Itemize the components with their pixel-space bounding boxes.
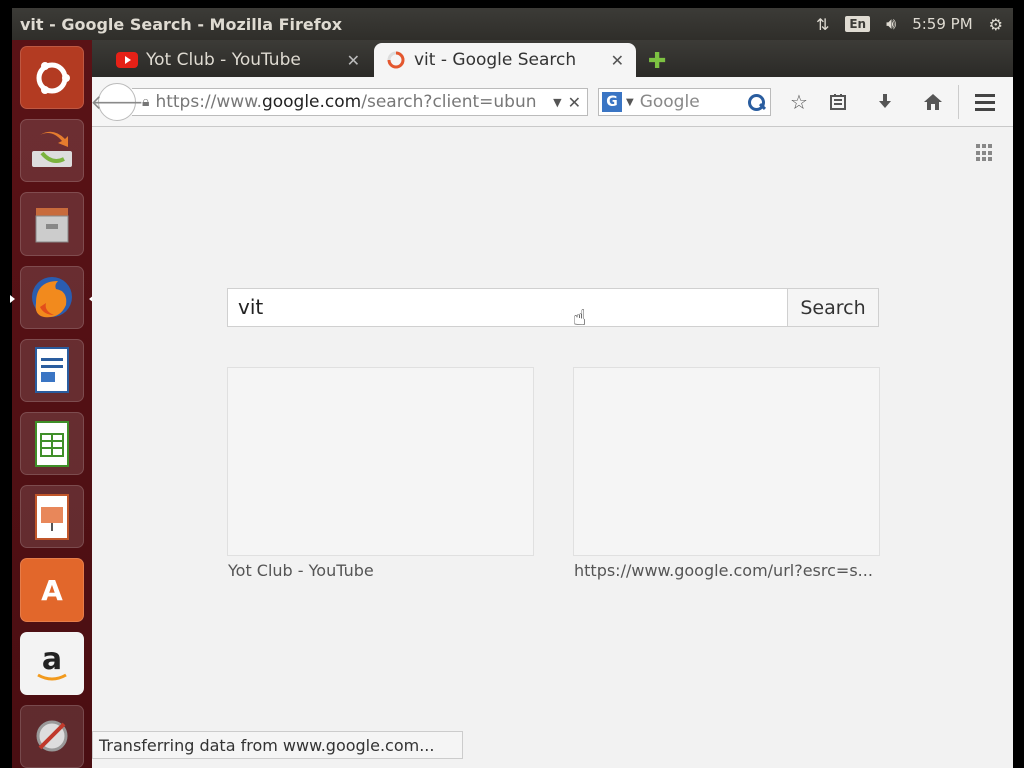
toolbar-separator bbox=[958, 85, 959, 119]
navigation-toolbar: 🔒︎ https://www.google.com/search?client=… bbox=[90, 77, 1013, 127]
bookmarks-menu-icon[interactable] bbox=[825, 89, 851, 115]
tab-close-icon[interactable]: ✕ bbox=[347, 51, 360, 70]
bookmark-star-icon[interactable]: ☆ bbox=[786, 89, 812, 115]
top-site-label-2[interactable]: https://www.google.com/url?esrc=s... bbox=[574, 561, 884, 580]
svg-text:a: a bbox=[42, 642, 62, 677]
top-site-thumbnail-1[interactable] bbox=[227, 367, 534, 556]
software-updater-icon[interactable] bbox=[20, 119, 84, 183]
calc-icon[interactable] bbox=[20, 412, 84, 476]
menu-hamburger-icon[interactable] bbox=[972, 89, 998, 115]
tab-label: Yot Club - YouTube bbox=[146, 50, 301, 70]
tab-youtube[interactable]: Yot Club - YouTube ✕ bbox=[104, 43, 372, 77]
firefox-icon[interactable] bbox=[10, 265, 94, 329]
url-clear-icon[interactable]: ✕ bbox=[568, 93, 581, 112]
top-site-label-1[interactable]: Yot Club - YouTube bbox=[228, 561, 538, 580]
tab-strip: Yot Club - YouTube ✕ vit - Google Search… bbox=[92, 40, 1013, 77]
back-arrow-icon: 🡐 bbox=[90, 90, 144, 114]
search-button[interactable]: Search bbox=[787, 288, 879, 327]
downloads-icon[interactable] bbox=[872, 89, 898, 115]
volume-icon[interactable]: 🔊︎ bbox=[886, 14, 896, 34]
svg-text:A: A bbox=[41, 574, 63, 607]
amazon-icon[interactable]: a bbox=[20, 631, 84, 695]
keyboard-layout-indicator[interactable]: En bbox=[845, 16, 871, 32]
page-content: vit Search ☝ Yot Club - YouTube https://… bbox=[92, 127, 1013, 768]
files-icon[interactable] bbox=[20, 192, 84, 256]
loading-icon bbox=[387, 51, 405, 69]
back-button[interactable]: 🡐 bbox=[90, 83, 144, 121]
software-center-icon[interactable]: A bbox=[20, 558, 84, 622]
firefox-window: Yot Club - YouTube ✕ vit - Google Search… bbox=[90, 40, 1013, 768]
clock[interactable]: 5:59 PM bbox=[912, 15, 972, 33]
url-history-dropdown-icon[interactable]: ▼ bbox=[553, 96, 561, 109]
system-settings-icon[interactable] bbox=[20, 704, 84, 768]
top-panel: vit - Google Search - Mozilla Firefox ⇅ … bbox=[12, 8, 1013, 40]
engine-dropdown-icon[interactable]: ▼ bbox=[626, 97, 634, 108]
search-bar[interactable]: G ▼ Google bbox=[598, 88, 771, 116]
url-bar[interactable]: 🔒︎ https://www.google.com/search?client=… bbox=[132, 88, 588, 116]
hand-cursor-icon: ☝ bbox=[573, 306, 587, 331]
tab-label: vit - Google Search bbox=[414, 50, 577, 70]
google-apps-grid-icon[interactable] bbox=[976, 144, 994, 162]
indicator-area: ⇅ En 🔊︎ 5:59 PM ⚙ bbox=[816, 14, 1013, 34]
top-site-thumbnail-2[interactable] bbox=[573, 367, 880, 556]
launcher: A a bbox=[10, 40, 94, 768]
google-engine-icon[interactable]: G bbox=[602, 92, 622, 112]
tab-close-icon[interactable]: ✕ bbox=[611, 51, 624, 70]
status-bar: Transferring data from www.google.com... bbox=[92, 731, 463, 759]
home-icon[interactable] bbox=[920, 89, 946, 115]
impress-icon[interactable] bbox=[20, 485, 84, 549]
session-gear-icon[interactable]: ⚙ bbox=[989, 15, 1003, 34]
new-tab-plus-icon[interactable]: ✚ bbox=[648, 49, 666, 74]
ubuntu-dash-icon[interactable] bbox=[20, 46, 84, 110]
google-search-input[interactable]: vit bbox=[227, 288, 788, 327]
network-icon[interactable]: ⇅ bbox=[816, 15, 829, 34]
magnifier-icon[interactable] bbox=[746, 92, 766, 112]
youtube-icon bbox=[116, 52, 138, 68]
url-text[interactable]: https://www.google.com/search?client=ubu… bbox=[155, 92, 547, 112]
search-bar-placeholder[interactable]: Google bbox=[640, 92, 746, 112]
writer-icon[interactable] bbox=[20, 338, 84, 403]
tab-google-search[interactable]: vit - Google Search ✕ bbox=[374, 43, 636, 77]
window-title: vit - Google Search - Mozilla Firefox bbox=[20, 14, 343, 34]
